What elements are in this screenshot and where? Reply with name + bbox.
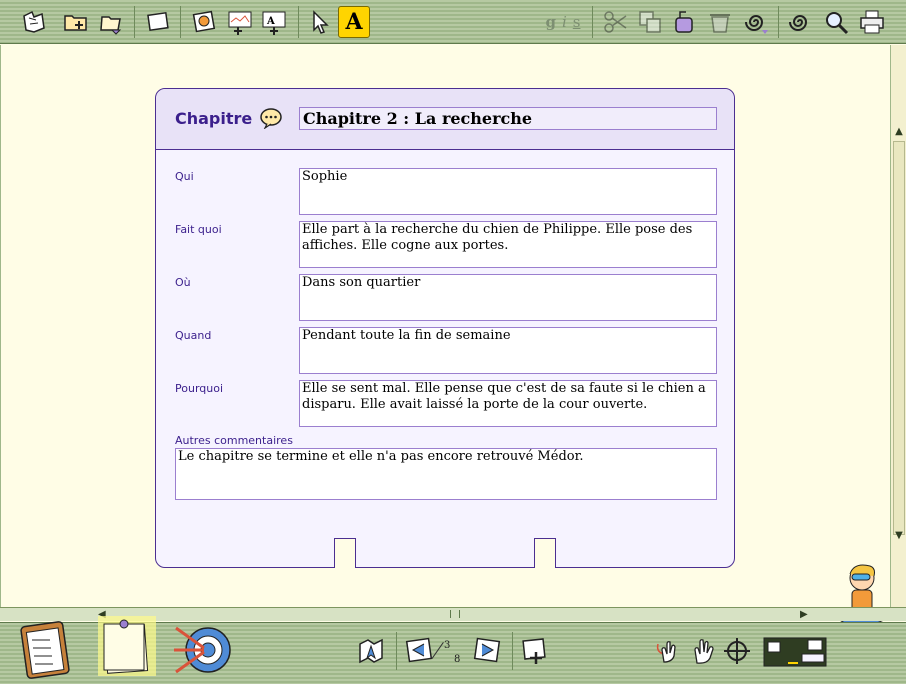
chapter-card: Chapitre Chapitre 2 : La recherche Qui S… [155,88,735,568]
text-style-group: g i s [540,9,586,35]
picture-card-icon[interactable] [188,6,220,38]
field-label-comments: Autres commentaires [175,434,293,447]
scroll-down-icon[interactable]: ▼ [894,531,904,541]
field-label-ou: Où [175,276,191,289]
scroll-thumb[interactable] [450,610,460,618]
field-ou[interactable]: Dans son quartier [299,274,717,321]
spiral-icon[interactable] [784,6,816,38]
new-folder-icon[interactable] [60,6,92,38]
magnifier-icon[interactable] [820,6,852,38]
chapter-title-field[interactable]: Chapitre 2 : La recherche [299,107,717,130]
clipboard-checklist-icon[interactable] [18,618,76,680]
blank-card-icon[interactable] [142,6,174,38]
copy-icon[interactable] [634,6,666,38]
add-page-icon[interactable] [520,636,550,666]
scroll-track[interactable] [893,141,905,535]
scroll-up-icon[interactable]: ▲ [894,127,904,137]
overview-map-icon[interactable] [762,636,828,668]
card-tab-right [534,538,556,568]
field-label-fait-quoi: Fait quoi [175,223,222,236]
speech-bubble-icon[interactable] [259,107,283,129]
font-a-button[interactable]: A [338,6,370,38]
svg-text:A: A [266,16,275,27]
note-cards-icon[interactable] [96,614,158,678]
spiral-menu-icon[interactable] [740,6,772,38]
scroll-right-icon[interactable]: ▶ [800,609,808,620]
open-folder-icon[interactable] [96,6,128,38]
trash-icon[interactable] [704,6,736,38]
bold-style-button[interactable]: g [545,13,556,31]
field-comments[interactable]: Le chapitre se termine et elle n'a pas e… [175,448,717,500]
page-indicator: 3 8 [431,640,464,669]
field-label-qui: Qui [175,170,194,183]
underline-style-button[interactable]: s [573,13,581,31]
paste-glue-icon[interactable] [668,6,700,38]
grab-hand-icon[interactable] [688,636,718,666]
add-image-card-icon[interactable] [224,6,256,38]
add-text-card-icon[interactable]: A [258,6,290,38]
field-quand[interactable]: Pendant toute la fin de semaine [299,327,717,374]
top-toolbar: A A g i s [0,0,906,44]
target-darts-icon[interactable] [172,620,232,678]
crosshair-icon[interactable] [722,636,752,666]
map-puzzle-icon[interactable] [18,6,50,38]
card-type-label: Chapitre [175,109,253,128]
field-label-quand: Quand [175,329,212,342]
italic-style-button[interactable]: i [562,13,567,31]
home-map-icon[interactable] [356,636,386,666]
link-hand-icon[interactable] [652,636,682,666]
vertical-scrollbar[interactable]: ▲ ▼ [890,45,906,607]
arrow-pointer-icon[interactable] [304,6,336,38]
printer-icon[interactable] [856,6,888,38]
card-tab-left [334,538,356,568]
field-label-pourquoi: Pourquoi [175,382,224,395]
scissors-icon[interactable] [600,6,632,38]
card-header: Chapitre Chapitre 2 : La recherche [156,89,734,150]
next-page-icon[interactable] [470,636,502,666]
field-pourquoi[interactable]: Elle se sent mal. Elle pense que c'est d… [299,380,717,427]
total-pages-number: 8 [454,654,461,665]
field-qui[interactable]: Sophie [299,168,717,215]
field-fait-quoi[interactable]: Elle part à la recherche du chien de Phi… [299,221,717,268]
previous-page-icon[interactable] [404,636,436,666]
